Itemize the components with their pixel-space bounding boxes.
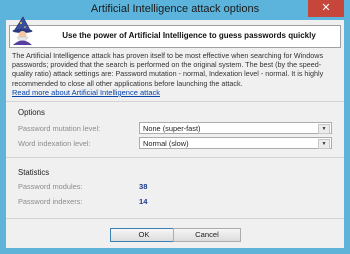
wizard-icon: [12, 16, 33, 45]
mutation-level-label: Password mutation level:: [18, 124, 101, 133]
statistics-title: Statistics: [18, 168, 50, 177]
read-more-link[interactable]: Read more about Artificial Intelligence …: [12, 88, 160, 97]
dialog-body: Use the power of Artificial Intelligence…: [6, 16, 344, 248]
mutation-level-value: None (super-fast): [143, 124, 201, 133]
divider: [6, 157, 344, 158]
chevron-down-icon[interactable]: ▼: [318, 124, 330, 134]
window-title: Artificial Intelligence attack options: [90, 3, 260, 15]
header-banner: Use the power of Artificial Intelligence…: [9, 25, 341, 48]
title-bar[interactable]: Artificial Intelligence attack options ✕: [0, 0, 350, 20]
indexation-level-label: Word indexation level:: [18, 139, 91, 148]
divider: [6, 101, 344, 102]
password-modules-label: Password modules:: [18, 182, 83, 191]
banner-text: Use the power of Artificial Intelligence…: [62, 31, 316, 40]
mutation-level-dropdown[interactable]: None (super-fast) ▼: [139, 122, 332, 134]
divider: [6, 218, 344, 219]
indexation-level-value: Normal (slow): [143, 139, 189, 148]
options-title: Options: [18, 108, 45, 117]
password-indexers-value: 14: [139, 197, 148, 206]
cancel-button[interactable]: Cancel: [173, 228, 241, 242]
chevron-down-icon[interactable]: ▼: [318, 139, 330, 149]
dialog-window: Artificial Intelligence attack options ✕…: [0, 0, 350, 254]
ok-button[interactable]: OK: [110, 228, 178, 242]
description-text: The Artificial Intelligence attack has p…: [12, 51, 324, 88]
password-modules-value: 38: [139, 182, 148, 191]
indexation-level-dropdown[interactable]: Normal (slow) ▼: [139, 137, 332, 149]
password-indexers-label: Password indexers:: [18, 197, 83, 206]
close-button[interactable]: ✕: [308, 0, 344, 17]
